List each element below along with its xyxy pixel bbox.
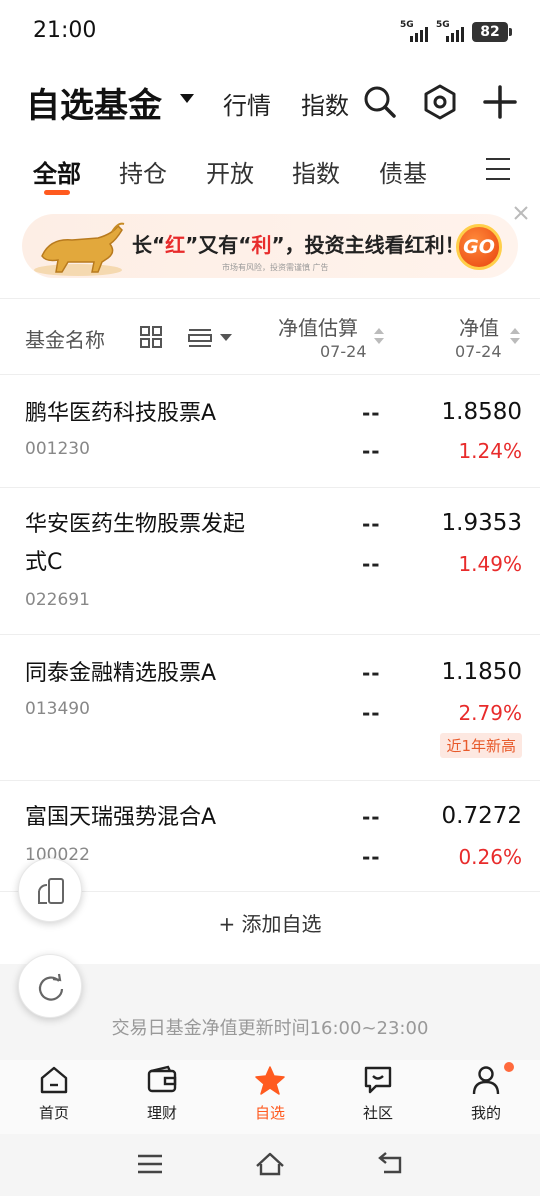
col-nav[interactable]: 净值 xyxy=(459,312,499,341)
column-headers: 基金名称 净值估算 07-24 净值 07-24 xyxy=(0,300,540,374)
fund-code: 013490 xyxy=(25,699,90,719)
fund-estimate: -- xyxy=(362,512,381,536)
tab-bond[interactable]: 债基 xyxy=(379,154,427,189)
search-icon[interactable] xyxy=(360,82,400,122)
fund-change: 2.79% xyxy=(458,701,522,725)
chevron-down-icon[interactable] xyxy=(180,94,194,103)
tab-underline xyxy=(44,190,70,195)
page-title[interactable]: 自选基金 xyxy=(26,78,162,127)
update-time-note: 交易日基金净值更新时间16:00~23:00 xyxy=(111,1018,429,1039)
back-icon[interactable] xyxy=(374,1148,406,1180)
sort-icon[interactable] xyxy=(510,328,520,346)
nav-label: 社区 xyxy=(362,1104,393,1122)
fund-nav: 1.1850 xyxy=(441,659,522,685)
grid-view-icon[interactable] xyxy=(140,326,162,348)
rotate-screen-button[interactable] xyxy=(18,858,82,922)
fund-change: 0.26% xyxy=(458,845,522,869)
status-bar: 21:00 5G 5G 82 xyxy=(0,0,540,64)
fund-code: 022691 xyxy=(25,590,90,610)
home-icon xyxy=(40,1066,68,1094)
refresh-icon xyxy=(38,973,64,1001)
settings-icon[interactable] xyxy=(420,82,460,122)
fund-change: 1.24% xyxy=(458,439,522,463)
nav-favorites[interactable]: 自选 xyxy=(216,1060,324,1134)
fund-row[interactable]: 华安医药生物股票发起式C 022691 -- -- 1.9353 1.49% xyxy=(0,488,540,634)
fund-estimate-change: -- xyxy=(362,439,381,463)
tab-open[interactable]: 开放 xyxy=(206,154,254,189)
bottom-nav: 首页 理财 自选 社区 我的 xyxy=(0,1060,540,1134)
chevron-down-icon[interactable] xyxy=(220,334,232,341)
chat-icon xyxy=(364,1066,392,1094)
signal-icon: 5G xyxy=(400,20,436,42)
fund-nav: 1.9353 xyxy=(441,510,522,536)
fund-code: 001230 xyxy=(25,439,90,459)
fund-change: 1.49% xyxy=(458,552,522,576)
banner-disclaimer: 市场有风险，投资需谨慎 广告 xyxy=(222,263,329,272)
add-icon[interactable] xyxy=(480,82,520,122)
golden-bull-icon xyxy=(34,222,125,276)
new-high-badge: 近1年新高 xyxy=(440,733,522,758)
col-nav-date: 07-24 xyxy=(455,342,502,361)
header: 自选基金 行情 指数 xyxy=(0,64,540,138)
nav-home[interactable]: 首页 xyxy=(0,1060,108,1134)
fund-name: 鹏华医药科技股票A xyxy=(25,401,217,426)
list-view-icon[interactable] xyxy=(188,328,212,348)
home-icon[interactable] xyxy=(254,1148,286,1180)
col-estimate-date: 07-24 xyxy=(320,342,367,361)
tab-holding[interactable]: 持仓 xyxy=(119,154,167,189)
menu-icon[interactable] xyxy=(134,1148,166,1180)
tab-all[interactable]: 全部 xyxy=(33,154,81,189)
nav-finance[interactable]: 理财 xyxy=(108,1060,216,1134)
fund-estimate: -- xyxy=(362,661,381,685)
rotate-screen-icon xyxy=(38,878,64,904)
star-icon xyxy=(255,1066,285,1095)
user-icon xyxy=(472,1066,500,1095)
nav-label: 理财 xyxy=(146,1104,177,1122)
fund-estimate-change: -- xyxy=(362,701,381,725)
col-fund-name: 基金名称 xyxy=(25,328,105,352)
fund-row[interactable]: 富国天瑞强势混合A 100022 -- -- 0.7272 0.26% xyxy=(0,781,540,891)
fund-estimate-change: -- xyxy=(362,552,381,576)
fund-row[interactable]: 鹏华医药科技股票A 001230 -- -- 1.8580 1.24% xyxy=(0,375,540,487)
close-icon[interactable] xyxy=(512,204,530,222)
fund-name: 同泰金融精选股票A xyxy=(25,661,217,686)
menu-icon[interactable] xyxy=(486,158,510,180)
fund-estimate: -- xyxy=(362,401,381,425)
notification-dot xyxy=(504,1062,514,1072)
market-link[interactable]: 行情 xyxy=(223,86,271,121)
nav-community[interactable]: 社区 xyxy=(324,1060,432,1134)
index-link[interactable]: 指数 xyxy=(301,86,349,121)
signal-icon: 5G xyxy=(436,20,472,42)
fund-name: 华安医药生物股票发起式C xyxy=(25,512,246,575)
nav-label: 首页 xyxy=(38,1104,69,1122)
wallet-icon xyxy=(147,1065,177,1093)
nav-mine[interactable]: 我的 xyxy=(432,1060,540,1134)
status-time: 21:00 xyxy=(33,18,97,43)
fund-nav: 0.7272 xyxy=(441,803,522,829)
nav-label: 自选 xyxy=(254,1104,285,1122)
add-favorite-button[interactable]: + 添加自选 xyxy=(0,908,540,948)
battery-icon: 82 xyxy=(472,22,512,42)
col-estimate[interactable]: 净值估算 xyxy=(278,312,358,341)
promo-banner[interactable]: 长“红”又有“利”，投资主线看红利！ 市场有风险，投资需谨慎 广告 GO xyxy=(22,214,518,278)
tab-index[interactable]: 指数 xyxy=(292,154,340,189)
nav-label: 我的 xyxy=(470,1104,501,1122)
banner-text: 长“红”又有“利”，投资主线看红利！ xyxy=(132,233,465,257)
sort-icon[interactable] xyxy=(374,328,384,346)
fund-estimate-change: -- xyxy=(362,845,381,869)
divider xyxy=(0,298,540,299)
go-button[interactable]: GO xyxy=(456,224,502,270)
fund-name: 富国天瑞强势混合A xyxy=(25,805,217,830)
refresh-button[interactable] xyxy=(18,954,82,1018)
fund-tabs: 全部 持仓 开放 指数 债基 xyxy=(0,148,540,198)
fund-nav: 1.8580 xyxy=(441,399,522,425)
fund-row[interactable]: 同泰金融精选股票A 013490 -- -- 1.1850 2.79% 近1年新… xyxy=(0,635,540,780)
system-nav-bar xyxy=(0,1134,540,1196)
fund-estimate: -- xyxy=(362,805,381,829)
